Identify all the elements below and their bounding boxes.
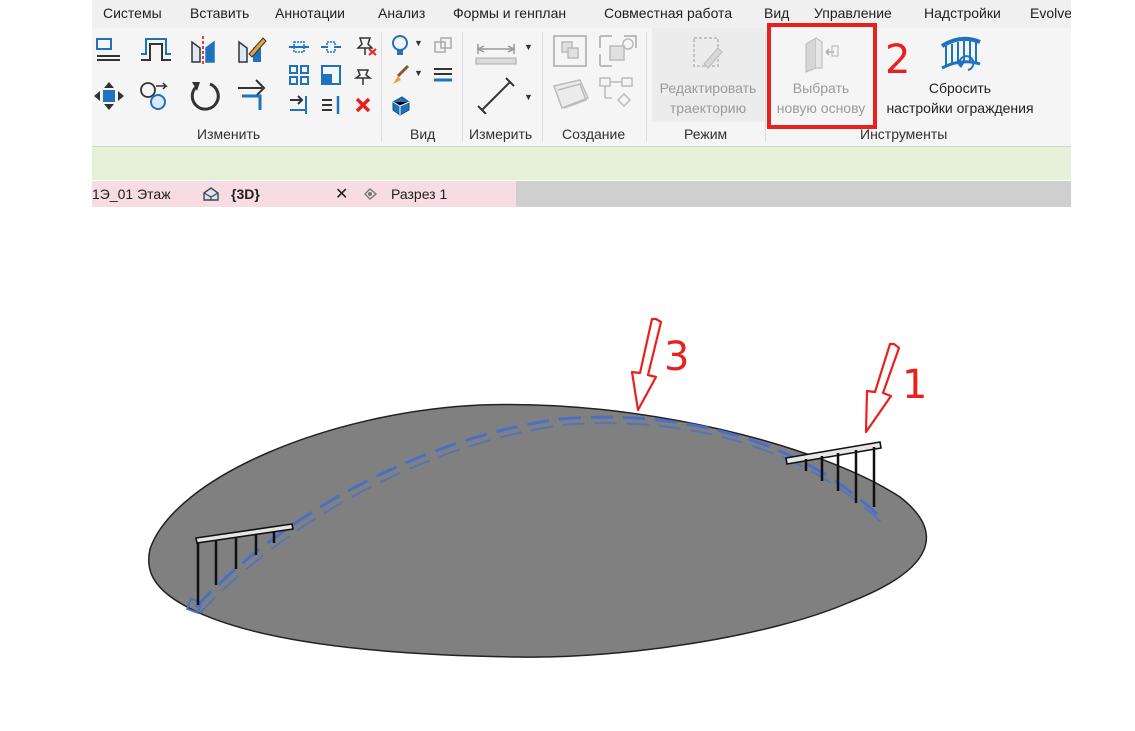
array-icon[interactable]: [288, 64, 310, 86]
options-bar: [92, 146, 1071, 180]
create-group-icon[interactable]: [598, 76, 638, 114]
menu-bar: Системы Вставить Аннотации Анализ Формы …: [92, 0, 1071, 28]
ribbon: ▼ ▼ ▼ ▼ Редактировать траекторию Выбрать…: [92, 28, 1071, 146]
delete-icon[interactable]: [354, 96, 372, 114]
group-label-create: Создание: [562, 126, 626, 142]
mirror-draw-axis-icon[interactable]: [235, 34, 267, 66]
create-similar-icon[interactable]: [598, 34, 638, 68]
reset-railing-label-line2: настройки ограждения: [886, 100, 1034, 116]
view-tab-bar: 1Э_01 Этаж {3D} ✕ Разрез 1: [92, 181, 1071, 207]
rotate-icon[interactable]: [188, 78, 222, 112]
annotation-arrow-3: [630, 317, 663, 412]
menu-item-evolve[interactable]: Evolve: [1030, 5, 1071, 21]
linework-icon[interactable]: [432, 66, 454, 84]
menu-item-massing-site[interactable]: Формы и генплан: [453, 5, 566, 21]
section-icon: [364, 188, 378, 200]
align-icon[interactable]: [94, 36, 122, 64]
hide-dropdown-arrow[interactable]: ▼: [414, 38, 423, 48]
trim-extend-single-icon[interactable]: [288, 94, 310, 116]
copy-icon[interactable]: [138, 80, 170, 112]
hide-lightbulb-icon[interactable]: [390, 34, 412, 58]
menu-item-annotate[interactable]: Аннотации: [275, 5, 345, 21]
edit-path-label-line2: траекторию: [669, 100, 747, 116]
unpin-icon[interactable]: [354, 34, 378, 56]
menu-item-collaborate[interactable]: Совместная работа: [604, 5, 732, 21]
group-label-mode: Режим: [684, 126, 728, 142]
pin-icon[interactable]: [354, 66, 376, 86]
aligned-dimension-icon[interactable]: [476, 76, 516, 114]
tab-close-icon[interactable]: ✕: [335, 184, 348, 204]
mirror-axis-icon[interactable]: [188, 34, 218, 66]
group-label-measure: Измерить: [469, 126, 533, 142]
dimension-dropdown-arrow[interactable]: ▼: [524, 92, 533, 102]
trim-extend-corner-icon[interactable]: [236, 78, 272, 112]
annotation-number-3: 3: [664, 334, 690, 380]
ghost-element-icon[interactable]: [432, 36, 454, 56]
create-assembly-icon[interactable]: [552, 34, 588, 68]
menu-item-systems[interactable]: Системы: [103, 5, 162, 21]
offset-icon[interactable]: [138, 36, 174, 64]
3d-viewport[interactable]: [0, 207, 1135, 731]
reset-railing-icon[interactable]: [938, 32, 984, 76]
paintbrush-icon[interactable]: [390, 64, 412, 86]
group-label-modify: Изменить: [197, 126, 261, 142]
menu-item-view[interactable]: Вид: [764, 5, 789, 21]
menu-item-manage[interactable]: Управление: [814, 5, 892, 21]
split-gap-icon[interactable]: [320, 38, 342, 56]
menu-item-addins[interactable]: Надстройки: [924, 5, 1001, 21]
paint-dropdown-arrow[interactable]: ▼: [414, 68, 423, 78]
edit-path-label-line1: Редактировать: [659, 80, 757, 96]
tab-3d-view[interactable]: {3D}: [231, 186, 260, 202]
cut-profile-icon[interactable]: [390, 94, 412, 116]
create-parts-icon[interactable]: [550, 76, 592, 114]
move-icon[interactable]: [92, 80, 126, 112]
tab-section-1[interactable]: Разрез 1: [391, 186, 447, 202]
split-element-icon[interactable]: [288, 38, 310, 56]
trim-extend-multiple-icon[interactable]: [320, 94, 342, 116]
group-label-view: Вид: [410, 126, 436, 142]
3d-house-icon: [203, 187, 219, 201]
menu-item-insert[interactable]: Вставить: [190, 5, 249, 21]
annotation-number-2: 2: [885, 37, 911, 83]
measure-dropdown-arrow[interactable]: ▼: [524, 42, 533, 52]
edit-path-icon[interactable]: [690, 34, 724, 74]
annotation-number-1: 1: [902, 362, 928, 408]
annotation-arrow-1: [864, 342, 901, 434]
tab-floor-plan[interactable]: 1Э_01 Этаж: [92, 186, 171, 202]
highlight-frame: [767, 23, 877, 129]
ruler-icon[interactable]: [474, 56, 518, 66]
scale-icon[interactable]: [320, 64, 344, 86]
menu-item-analyze[interactable]: Анализ: [378, 5, 425, 21]
